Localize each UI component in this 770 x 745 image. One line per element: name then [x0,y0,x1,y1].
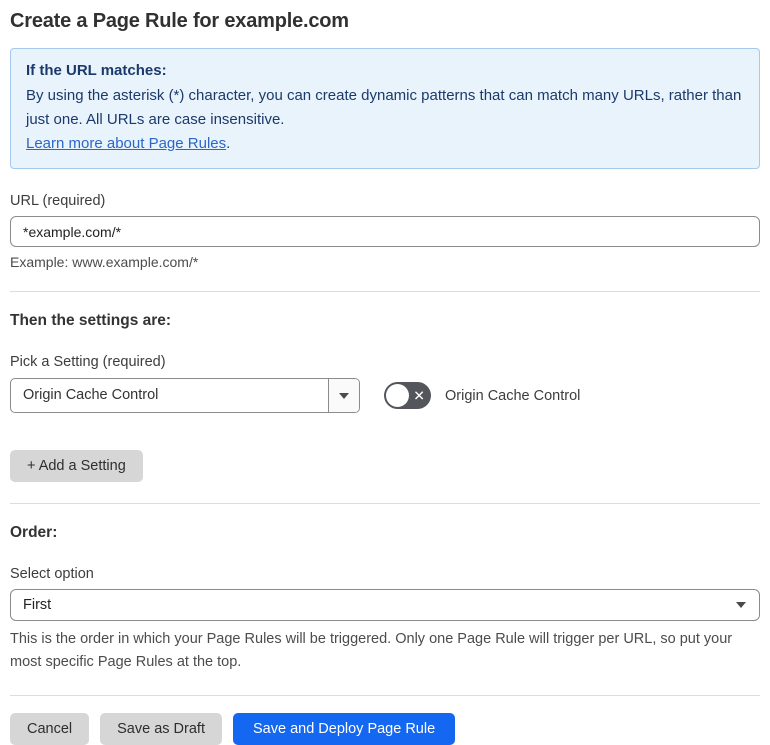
link-suffix: . [226,135,231,152]
cancel-button[interactable]: Cancel [10,713,90,745]
divider [10,503,760,504]
save-as-draft-button[interactable]: Save as Draft [100,713,222,745]
add-setting-button[interactable]: + Add a Setting [10,450,143,482]
toggle-label: Origin Cache Control [445,387,581,404]
setting-toggle-group: ✕ Origin Cache Control [384,382,580,409]
url-match-info-box: If the URL matches: By using the asteris… [10,48,760,169]
order-select[interactable]: First [10,589,760,621]
divider [10,695,760,696]
chevron-down-icon [339,392,349,399]
toggle-off-x-icon: ✕ [413,387,425,404]
url-example-text: Example: www.example.com/* [10,254,199,270]
pick-setting-label: Pick a Setting (required) [10,354,166,370]
info-box-body: By using the asterisk (*) character, you… [26,87,742,128]
order-help-text: This is the order in which your Page Rul… [10,631,733,670]
setting-row: Origin Cache Control ✕ Origin Cache Cont… [10,378,760,413]
info-box-link-row: Learn more about Page Rules. [26,132,744,156]
url-input[interactable] [10,216,760,247]
setting-select-arrow-button[interactable] [328,379,359,412]
save-and-deploy-button[interactable]: Save and Deploy Page Rule [232,713,456,745]
create-page-rule-form: Create a Page Rule for example.com If th… [0,10,770,745]
order-select-value: First [23,597,52,613]
toggle-knob [386,384,409,407]
footer-actions: Cancel Save as Draft Save and Deploy Pag… [10,713,760,745]
setting-select-value: Origin Cache Control [23,387,159,403]
chevron-down-icon [736,602,746,608]
url-label: URL (required) [10,193,106,209]
setting-select[interactable]: Origin Cache Control [10,378,360,413]
info-box-heading: If the URL matches: [26,62,167,79]
page-title: Create a Page Rule for example.com [10,10,349,32]
learn-more-link[interactable]: Learn more about Page Rules [26,135,226,152]
order-select-label: Select option [10,566,94,582]
settings-section-heading: Then the settings are: [10,312,172,329]
order-section-heading: Order: [10,524,58,541]
origin-cache-control-toggle[interactable]: ✕ [384,382,431,409]
divider [10,291,760,292]
